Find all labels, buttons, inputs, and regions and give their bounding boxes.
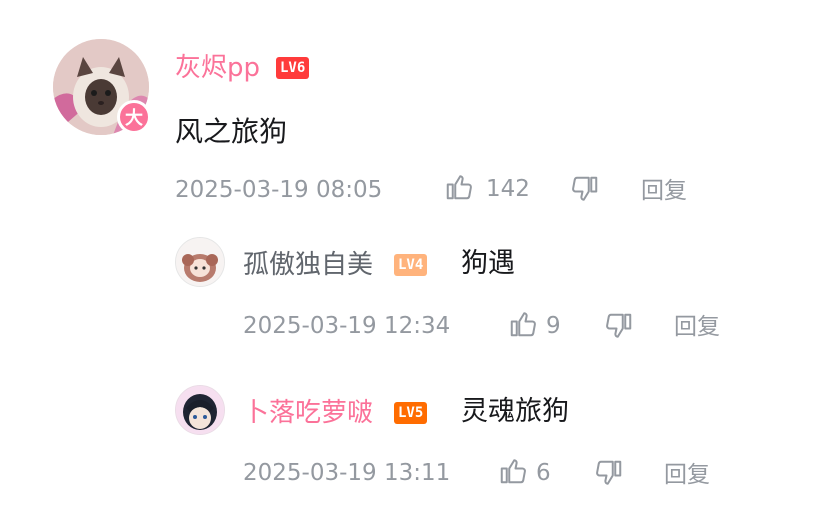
reply-username[interactable]: 卜落吃萝啵 — [243, 396, 373, 430]
vip-badge: 大 — [117, 100, 151, 134]
reply-text: 狗遇 — [461, 248, 515, 279]
reply-avatar[interactable] — [175, 385, 225, 435]
comment-text: 风之旅狗 — [175, 115, 288, 148]
level-badge: LV4 — [394, 254, 428, 276]
thumbs-down-icon[interactable] — [604, 311, 634, 341]
thumbs-up-icon[interactable] — [444, 172, 474, 202]
reply-timestamp: 2025-03-19 12:34 — [243, 313, 451, 339]
thumbs-down-icon[interactable] — [570, 174, 600, 204]
anime-girl-avatar-image — [176, 238, 224, 286]
level-badge: LV6 — [276, 57, 310, 79]
reply-timestamp: 2025-03-19 13:11 — [243, 460, 451, 486]
like-count: 142 — [486, 176, 530, 202]
comment-timestamp: 2025-03-19 08:05 — [175, 177, 383, 203]
thumbs-down-icon[interactable] — [594, 458, 624, 488]
comment-username[interactable]: 灰烬pp — [175, 51, 260, 85]
level-badge: LV5 — [394, 402, 428, 424]
anime-boy-avatar-image — [176, 386, 224, 434]
thumbs-up-icon[interactable] — [508, 309, 538, 339]
reply-button[interactable]: 回复 — [674, 312, 720, 342]
reply-button[interactable]: 回复 — [641, 176, 687, 206]
reply-button[interactable]: 回复 — [664, 460, 710, 490]
like-count: 6 — [536, 460, 551, 486]
like-count: 9 — [546, 313, 561, 339]
thumbs-up-icon[interactable] — [498, 456, 528, 486]
reply-avatar[interactable] — [175, 237, 225, 287]
reply-username[interactable]: 孤傲独自美 — [243, 248, 373, 282]
reply-text: 灵魂旅狗 — [461, 396, 569, 427]
